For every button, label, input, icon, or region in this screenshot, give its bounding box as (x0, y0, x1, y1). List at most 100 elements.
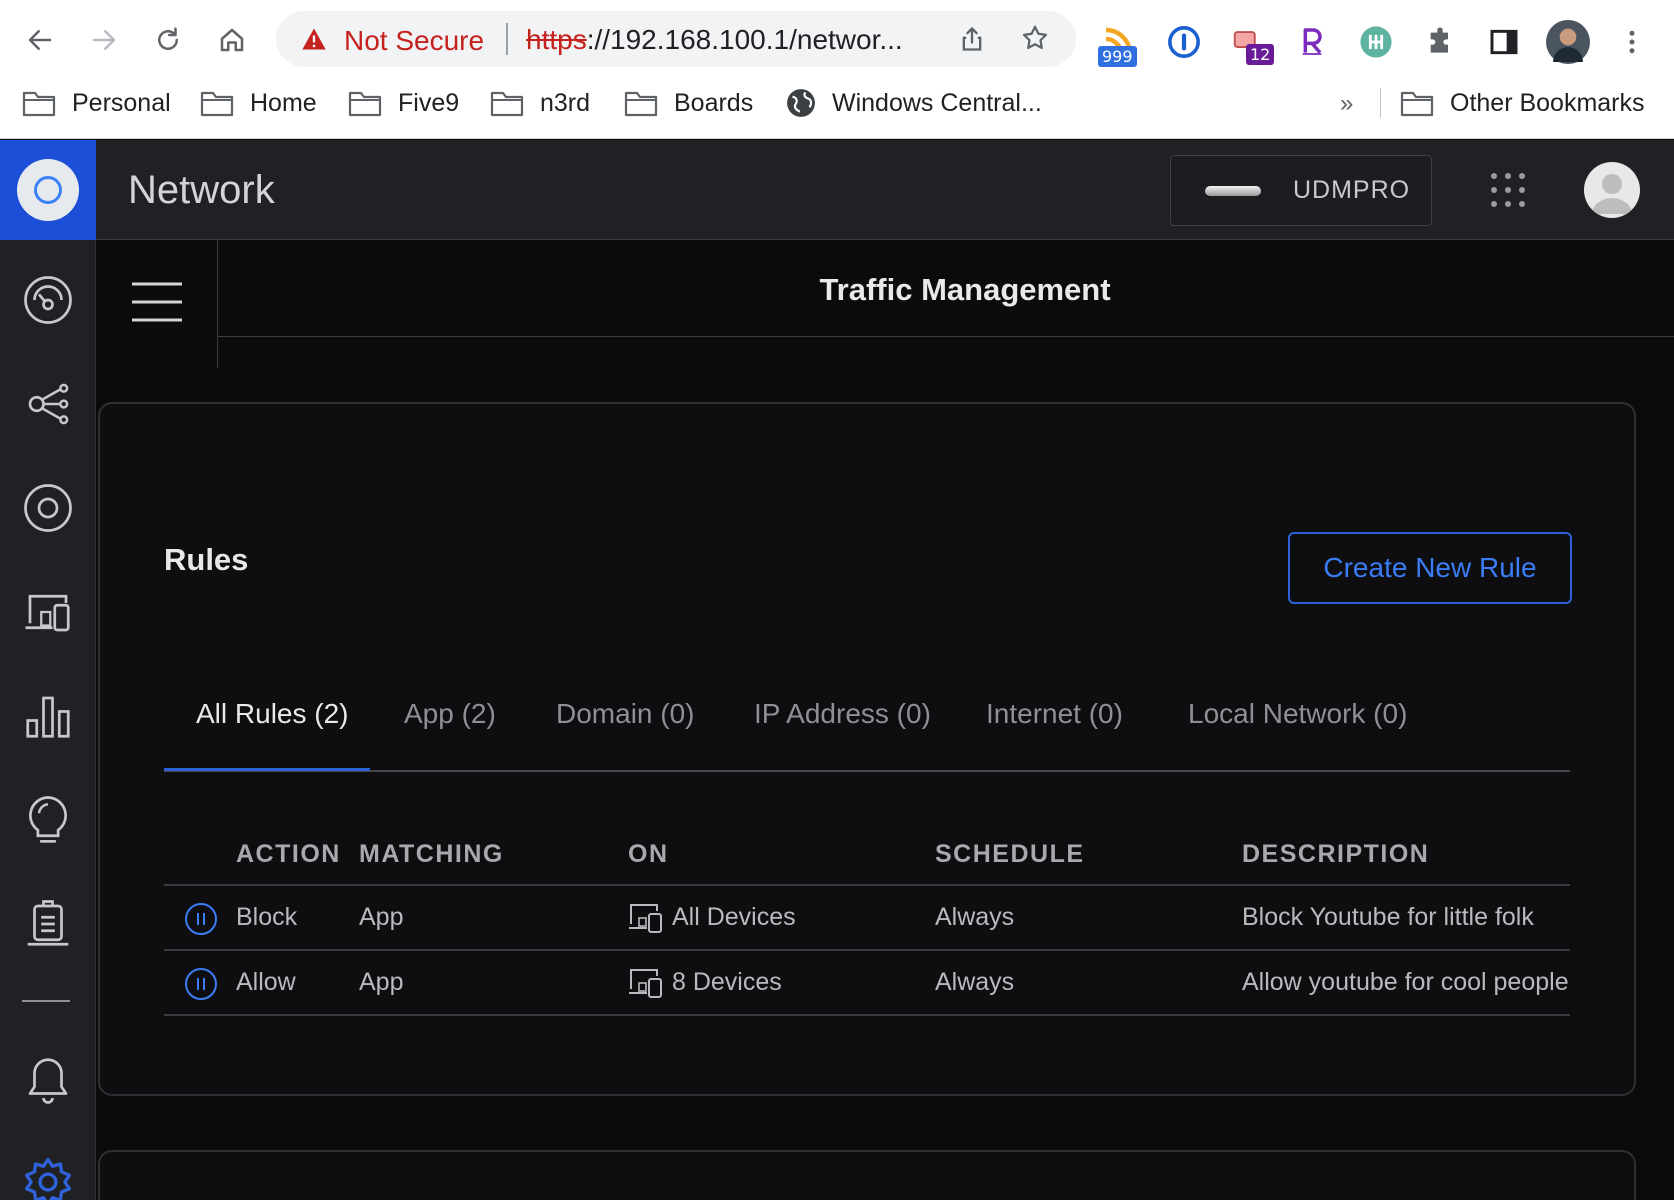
reload-icon (158, 27, 178, 50)
subheader-underline (217, 336, 1674, 337)
kebab-menu-icon (1629, 30, 1635, 54)
nav-dashboard[interactable] (18, 270, 78, 330)
url-rest: ://192.168.100.1/networ... (586, 24, 903, 55)
share-icon[interactable] (958, 25, 986, 53)
page-title: Traffic Management (819, 272, 1111, 307)
rule-schedule: Always (935, 968, 1015, 996)
table-row[interactable]: Allow App 8 Devices Always Allow youtube… (164, 951, 1570, 1016)
bookmark-label: Five9 (398, 88, 460, 117)
rules-tabs: All Rules (2) App (2) Domain (0) IP Addr… (164, 668, 1570, 772)
table-header: ACTION MATCHING ON SCHEDULE DESCRIPTION (164, 822, 1570, 886)
app-switcher-icon[interactable] (1488, 170, 1528, 210)
folder-icon (490, 91, 524, 117)
address-bar[interactable]: Not Secure https://192.168.100.1/networ.… (276, 11, 1076, 67)
green-extension-icon (1360, 26, 1392, 58)
pause-icon[interactable] (184, 967, 218, 1001)
column-header-description[interactable]: DESCRIPTION (1242, 840, 1429, 869)
browser-toolbar: Not Secure https://192.168.100.1/networ.… (0, 4, 1674, 74)
nav-client-devices[interactable] (18, 582, 78, 642)
bookmarks-overflow-button[interactable]: » (1340, 90, 1353, 118)
other-bookmarks-label: Other Bookmarks (1450, 88, 1645, 117)
page-subheader: Traffic Management (96, 240, 1674, 368)
rule-target: All Devices (672, 903, 796, 931)
column-header-action[interactable]: ACTION (236, 840, 341, 869)
tab-domain[interactable]: Domain (0) (556, 698, 694, 730)
nav-statistics[interactable] (18, 686, 78, 746)
rules-title: Rules (164, 542, 249, 577)
notifications-icon (28, 1058, 68, 1104)
profile-photo-icon (1553, 28, 1583, 62)
forward-button[interactable] (84, 20, 124, 60)
bookmark-home[interactable]: Home (200, 86, 317, 120)
bookmark-personal[interactable]: Personal (22, 86, 171, 120)
rule-action: Block (236, 903, 298, 931)
system-log-icon (27, 900, 69, 946)
home-button[interactable] (212, 20, 252, 60)
bookmark-label: Windows Central... (832, 88, 1042, 117)
tab-all-rules[interactable]: All Rules (2) (196, 698, 348, 730)
rss-extension[interactable]: 999 (1098, 22, 1138, 67)
tab-extension[interactable]: 12 (1226, 22, 1275, 65)
column-header-matching[interactable]: MATCHING (359, 840, 504, 869)
side-panel-icon (1490, 29, 1518, 55)
settings-icon (24, 1157, 72, 1200)
statistics-icon (26, 696, 70, 738)
arrow-right-icon (92, 30, 116, 50)
nav-topology[interactable] (18, 374, 78, 434)
browser-chrome: Not Secure https://192.168.100.1/networ.… (0, 0, 1674, 139)
topology-icon (28, 383, 69, 425)
back-button[interactable] (20, 20, 60, 60)
home-icon (220, 28, 244, 52)
device-name: UDMPRO (1293, 176, 1411, 204)
side-panel-button[interactable] (1484, 22, 1524, 62)
extensions-button[interactable] (1420, 22, 1460, 62)
tab-ip-address[interactable]: IP Address (0) (754, 698, 931, 730)
nav-insights[interactable] (18, 790, 78, 850)
bookmark-windows-central[interactable]: Windows Central... (786, 86, 1042, 120)
r-extension-icon (1302, 28, 1322, 55)
other-bookmarks[interactable]: Other Bookmarks (1400, 86, 1645, 120)
bookmarks-bar: Personal Home Five9 n3rd Boards Windows … (0, 80, 1674, 126)
bookmark-star-icon[interactable] (1020, 23, 1050, 53)
create-new-rule-button[interactable]: Create New Rule (1288, 532, 1572, 604)
security-label[interactable]: Not Secure (344, 25, 484, 57)
column-header-on[interactable]: ON (628, 840, 669, 869)
rule-matching: App (359, 903, 404, 931)
unifi-logo-button[interactable] (0, 140, 96, 240)
tab-local-network[interactable]: Local Network (0) (1188, 698, 1407, 730)
r-extension[interactable] (1292, 22, 1332, 62)
insights-icon (29, 796, 67, 843)
column-header-schedule[interactable]: SCHEDULE (935, 840, 1085, 869)
warning-icon (302, 28, 326, 50)
tab-app[interactable]: App (2) (404, 698, 496, 730)
nav-system-log[interactable] (18, 894, 78, 954)
active-tab-indicator (164, 768, 370, 771)
url-scheme: https (526, 24, 587, 55)
device-selector[interactable]: UDMPRO (1170, 155, 1432, 226)
rss-badge: 999 (1098, 46, 1137, 67)
globe-icon (787, 89, 815, 117)
nav-notifications[interactable] (18, 1050, 78, 1110)
url-text[interactable]: https://192.168.100.1/networ... (526, 24, 903, 56)
table-row[interactable]: Block App All Devices Always Block Youtu… (164, 886, 1570, 951)
client-devices-icon (25, 594, 70, 632)
nav-settings[interactable] (18, 1152, 78, 1200)
password-manager-extension[interactable] (1164, 22, 1204, 62)
browser-menu-button[interactable] (1612, 22, 1652, 62)
bookmark-label: Boards (674, 88, 754, 117)
pause-icon[interactable] (184, 902, 218, 936)
nav-separator (22, 1000, 70, 1002)
devices-icon (629, 969, 662, 998)
green-extension[interactable] (1356, 22, 1396, 62)
tab-internet[interactable]: Internet (0) (986, 698, 1123, 730)
bookmarks-divider (1380, 88, 1381, 118)
bookmark-five9[interactable]: Five9 (348, 86, 459, 120)
bookmark-boards[interactable]: Boards (624, 86, 753, 120)
bookmark-n3rd[interactable]: n3rd (490, 86, 590, 120)
user-avatar[interactable] (1584, 162, 1640, 218)
unifi-logo-icon (17, 159, 79, 221)
password-manager-icon (1168, 26, 1200, 58)
reload-button[interactable] (148, 20, 188, 60)
nav-unifi-devices[interactable] (18, 478, 78, 538)
profile-avatar[interactable] (1546, 20, 1590, 64)
